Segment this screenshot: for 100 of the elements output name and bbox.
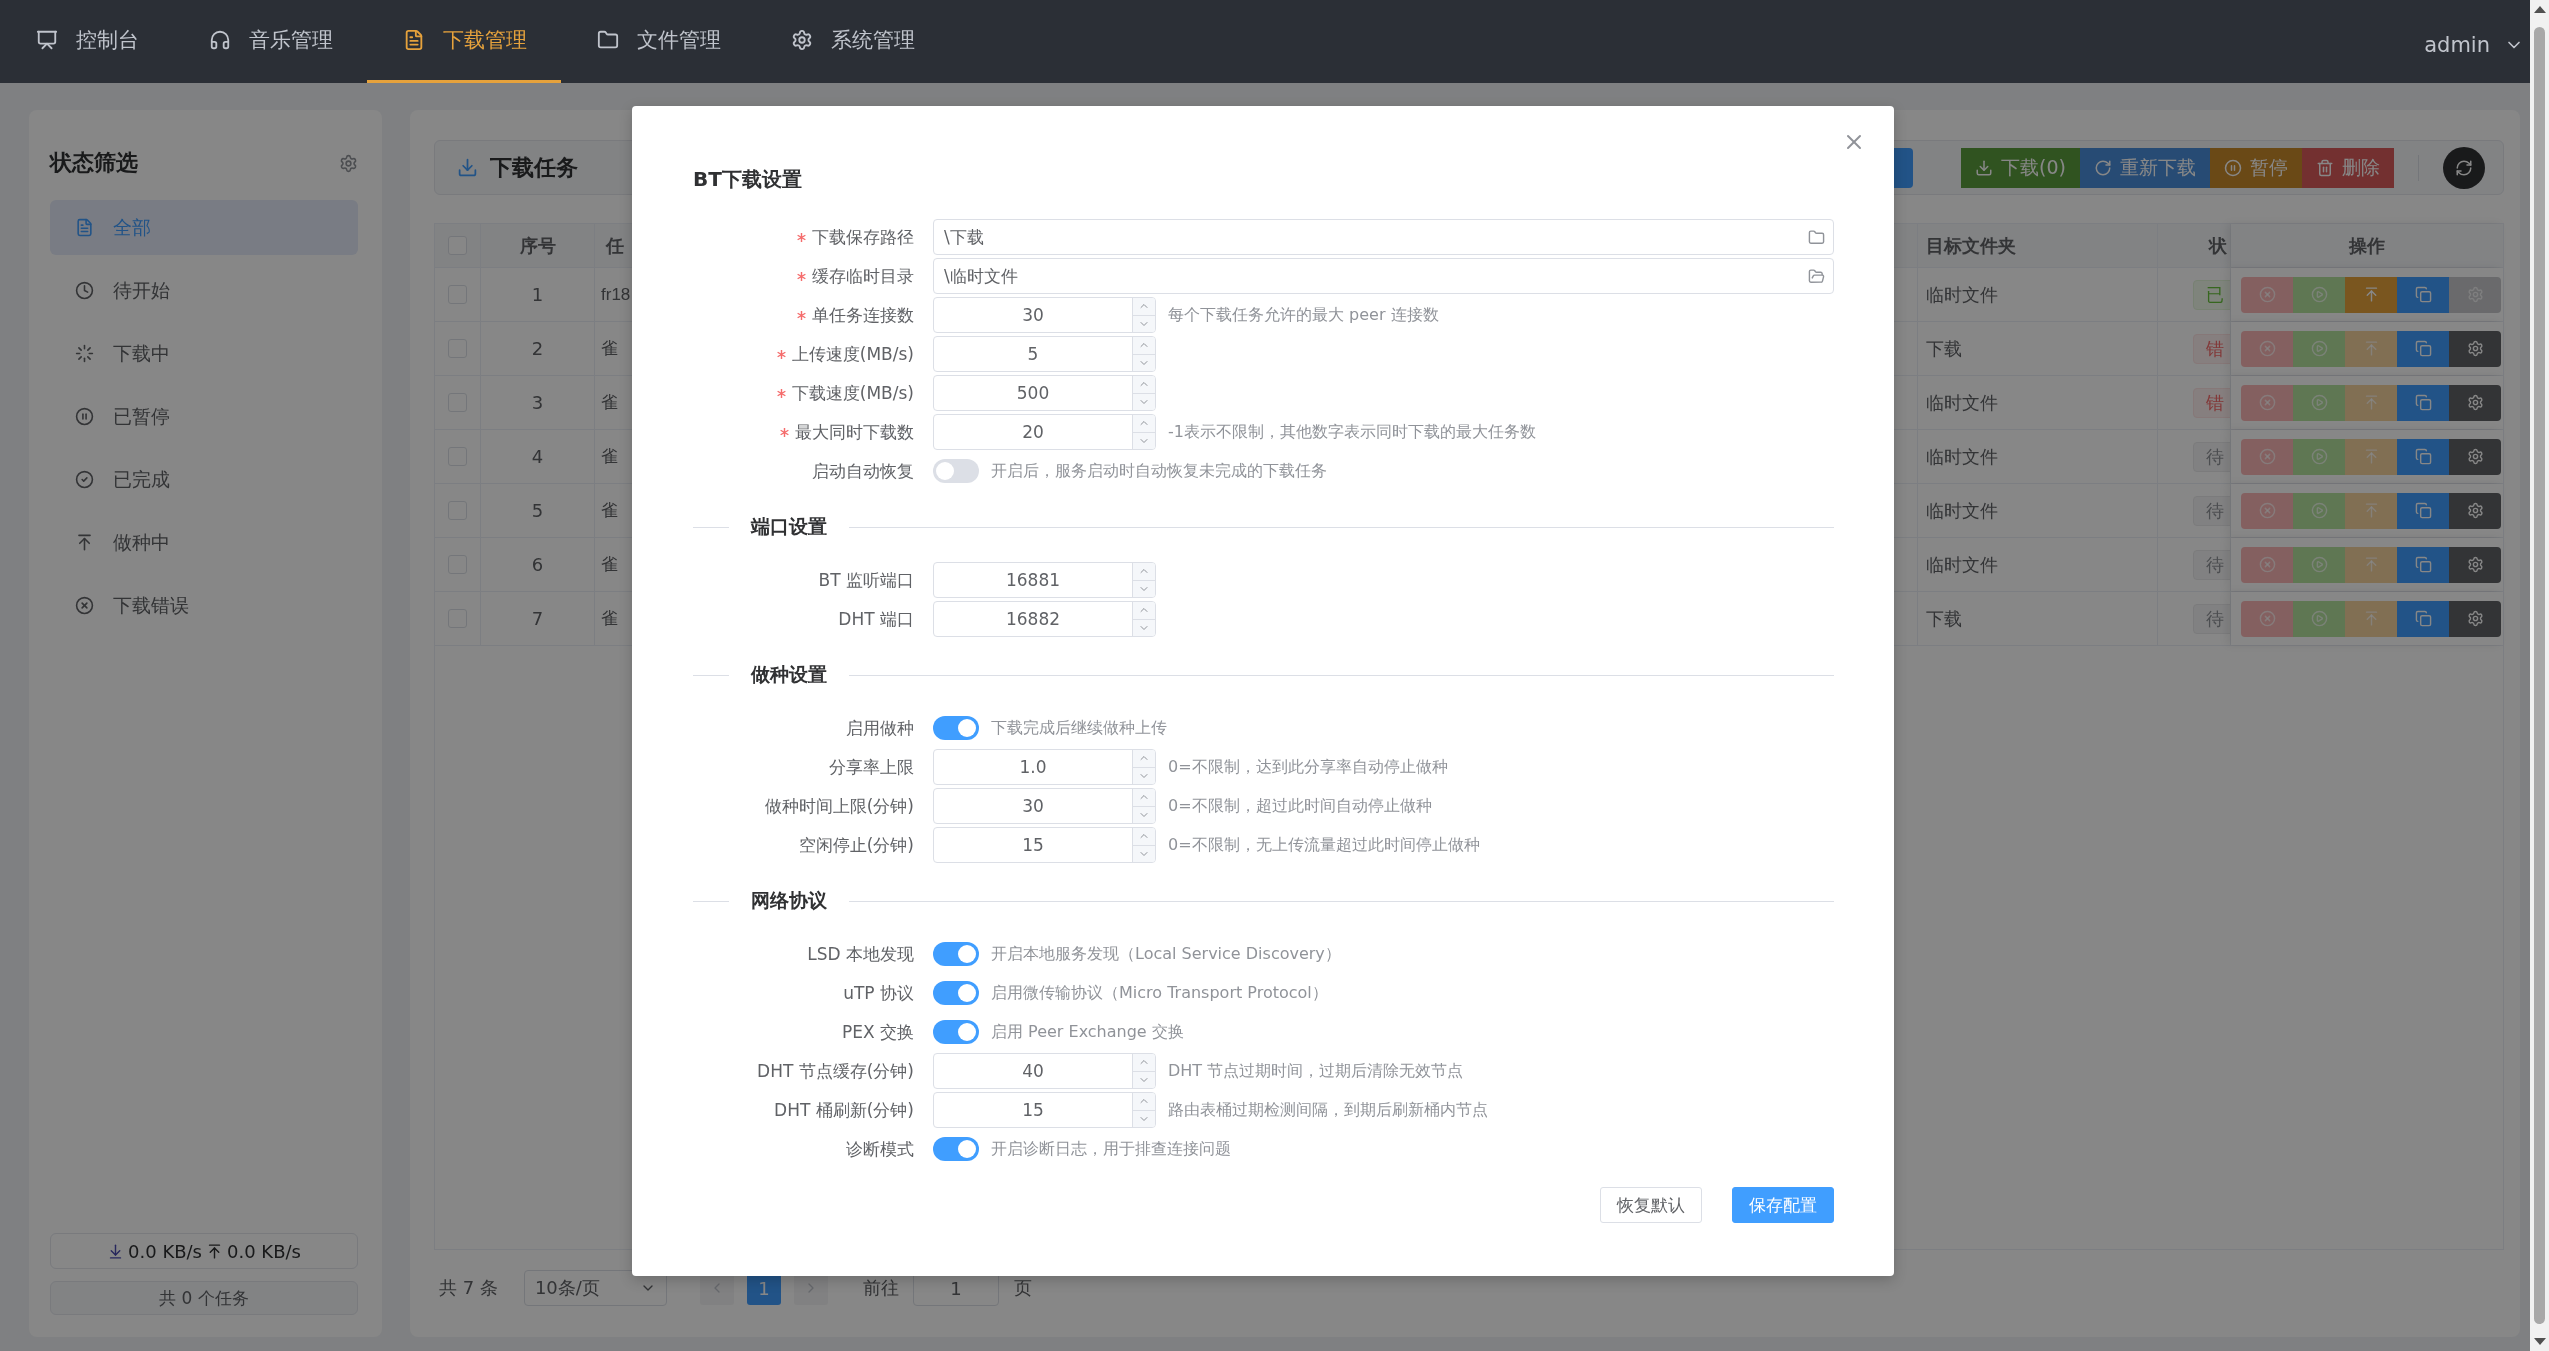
number-input[interactable]: 16882 — [933, 601, 1156, 637]
settings-button[interactable] — [2449, 492, 2501, 529]
spinner[interactable] — [1132, 602, 1155, 636]
goto-label: 前往 — [862, 1276, 899, 1300]
field-hint: 0=不限制，超过此时间自动停止做种 — [1168, 795, 1432, 817]
nav-tab[interactable]: 下载管理 — [367, 0, 561, 83]
table-cell: 7 — [531, 608, 544, 629]
x-circle-icon — [2258, 502, 2276, 519]
toggle-switch[interactable] — [933, 981, 979, 1005]
spinner[interactable] — [1132, 828, 1155, 862]
refresh-icon — [2094, 158, 2112, 177]
copy-button[interactable] — [2397, 546, 2449, 583]
spinner[interactable] — [1132, 563, 1155, 597]
number-input[interactable]: 16881 — [933, 562, 1156, 598]
toggle-switch[interactable] — [933, 459, 979, 483]
download-speed: 0.0 KB/s — [128, 1240, 202, 1262]
copy-button[interactable] — [2397, 276, 2449, 313]
nav-tab[interactable]: 控制台 — [0, 0, 173, 83]
nav-tab[interactable]: 系统管理 — [755, 0, 949, 83]
field-label: 单任务连接数 — [812, 303, 914, 327]
field-label: 上传速度(MB/s) — [791, 342, 914, 366]
reset-button[interactable]: 恢复默认 — [1600, 1187, 1702, 1223]
spinner[interactable] — [1132, 1054, 1155, 1088]
table-cell: 临时文件 — [1926, 444, 1998, 469]
sidebar-item[interactable]: 下载中 — [50, 326, 358, 381]
download-icon — [457, 157, 478, 178]
number-input[interactable]: 15 — [933, 1092, 1156, 1128]
play-icon — [2310, 286, 2328, 303]
number-input[interactable]: 40 — [933, 1053, 1156, 1089]
refresh-button[interactable] — [2443, 146, 2485, 189]
number-input[interactable]: 20 — [933, 414, 1156, 450]
toggle-switch[interactable] — [933, 1020, 979, 1044]
copy-button[interactable] — [2397, 600, 2449, 637]
section-title: 端口设置 — [749, 514, 828, 539]
spinner[interactable] — [1132, 337, 1155, 371]
field-hint: DHT 节点过期时间，过期后清除无效节点 — [1168, 1060, 1464, 1082]
x-circle-icon — [2258, 556, 2276, 573]
number-input[interactable]: 500 — [933, 375, 1156, 411]
column-header: 任 — [606, 233, 624, 258]
spinner[interactable] — [1132, 789, 1155, 823]
settings-icon — [2466, 556, 2484, 573]
document-icon — [75, 218, 94, 237]
x-circle-icon — [2258, 610, 2276, 627]
x-circle-icon — [2258, 286, 2276, 303]
field-label: LSD 本地发现 — [807, 942, 914, 966]
field-hint: -1表示不限制，其他数字表示同时下载的最大任务数 — [1168, 421, 1536, 443]
number-input[interactable]: 1.0 — [933, 749, 1156, 785]
settings-button[interactable] — [2449, 330, 2501, 367]
user-menu[interactable]: admin — [2424, 0, 2530, 83]
field-label: 缓存临时目录 — [812, 264, 914, 288]
copy-button[interactable] — [2397, 384, 2449, 421]
seed-button[interactable] — [2345, 276, 2397, 313]
sidebar-item[interactable]: 待开始 — [50, 263, 358, 318]
settings-button[interactable] — [2449, 438, 2501, 475]
field-label: 下载保存路径 — [812, 225, 914, 249]
settings-button[interactable] — [2449, 546, 2501, 583]
path-input[interactable]: \下载 — [933, 219, 1834, 255]
number-input[interactable]: 15 — [933, 827, 1156, 863]
sidebar-item[interactable]: 已完成 — [50, 452, 358, 507]
number-input[interactable]: 30 — [933, 788, 1156, 824]
column-header: 目标文件夹 — [1926, 233, 2016, 258]
settings-button[interactable] — [2449, 600, 2501, 637]
folder-icon[interactable] — [1808, 228, 1825, 246]
toggle-switch[interactable] — [933, 942, 979, 966]
settings-button[interactable] — [2449, 384, 2501, 421]
settings-icon[interactable] — [339, 153, 358, 173]
upload-icon — [75, 533, 94, 552]
copy-icon — [2414, 556, 2432, 573]
settings-icon — [2466, 610, 2484, 627]
toggle-switch[interactable] — [933, 716, 979, 740]
spinner[interactable] — [1132, 376, 1155, 410]
path-input[interactable]: \临时文件 — [933, 258, 1834, 294]
dialog-title: BT下载设置 — [693, 166, 803, 193]
copy-button[interactable] — [2397, 438, 2449, 475]
copy-icon — [2414, 340, 2432, 357]
scrollbar[interactable] — [2530, 0, 2549, 1351]
number-input[interactable]: 5 — [933, 336, 1156, 372]
sidebar-item[interactable]: 下载错误 — [50, 578, 358, 633]
spinner[interactable] — [1132, 1093, 1155, 1127]
settings-icon — [2466, 502, 2484, 519]
folder-icon[interactable] — [1808, 267, 1825, 285]
spinner[interactable] — [1132, 298, 1155, 332]
table-cell: 5 — [531, 500, 544, 521]
total-count: 共 7 条 — [439, 1276, 498, 1300]
sidebar-item[interactable]: 已暂停 — [50, 389, 358, 444]
number-input[interactable]: 30 — [933, 297, 1156, 333]
sidebar-item[interactable]: 做种中 — [50, 515, 358, 570]
play-icon — [2310, 610, 2328, 627]
settings-icon — [791, 29, 813, 51]
field-label: 做种时间上限(分钟) — [764, 794, 914, 818]
nav-tab[interactable]: 音乐管理 — [173, 0, 367, 83]
copy-button[interactable] — [2397, 330, 2449, 367]
play-icon — [2310, 556, 2328, 573]
spinner[interactable] — [1132, 750, 1155, 784]
table-cell: 6 — [531, 554, 544, 575]
toggle-switch[interactable] — [933, 1137, 979, 1161]
nav-tab[interactable]: 文件管理 — [561, 0, 755, 83]
spinner[interactable] — [1132, 415, 1155, 449]
field-label: 空闲停止(分钟) — [798, 833, 914, 857]
copy-button[interactable] — [2397, 492, 2449, 529]
